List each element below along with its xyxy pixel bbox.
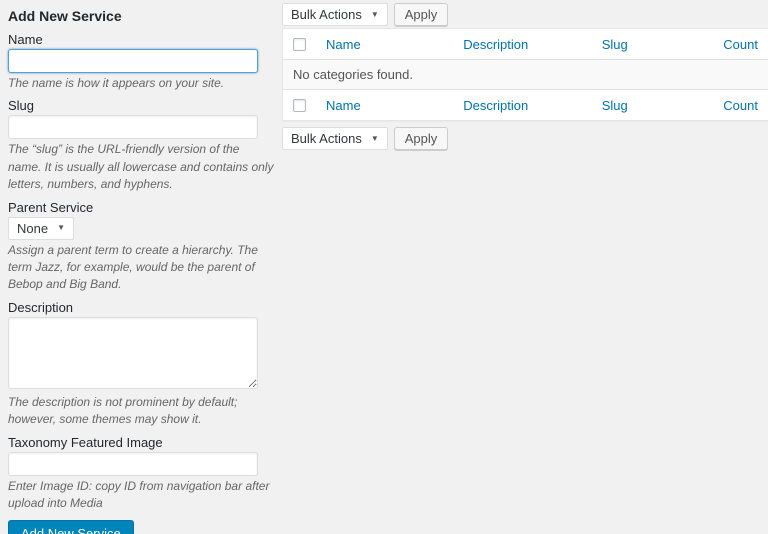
table-footer-row: Name Description Slug Count xyxy=(282,89,768,121)
column-header-slug[interactable]: Slug xyxy=(602,37,628,52)
column-header-count[interactable]: Count xyxy=(723,37,758,52)
table-header-row: Name Description Slug Count xyxy=(282,28,768,61)
name-label: Name xyxy=(8,32,43,47)
column-footer-slug[interactable]: Slug xyxy=(602,98,628,113)
column-footer-count[interactable]: Count xyxy=(723,98,758,113)
bulk-actions-value: Bulk Actions xyxy=(291,131,362,147)
chevron-down-icon: ▼ xyxy=(370,9,379,19)
chevron-down-icon: ▼ xyxy=(57,223,65,233)
description-field: Description The description is not promi… xyxy=(8,299,276,429)
column-footer-description[interactable]: Description xyxy=(463,98,528,113)
tablenav-bottom: Bulk Actions ▼ Apply xyxy=(282,127,768,151)
description-label: Description xyxy=(8,299,74,315)
tablenav-top: Bulk Actions ▼ Apply xyxy=(282,3,768,26)
description-help-text: The description is not prominent by defa… xyxy=(8,394,238,427)
featured-image-field: Taxonomy Featured Image Enter Image ID: … xyxy=(8,434,276,513)
slug-help-text: The “slug” is the URL-friendly version o… xyxy=(8,142,274,192)
featured-image-input[interactable] xyxy=(8,451,258,476)
add-term-form: Add New Service Name The name is how it … xyxy=(0,0,282,534)
parent-select-value: None xyxy=(17,220,49,236)
select-all-checkbox-bottom[interactable] xyxy=(293,99,306,113)
parent-help-text: Assign a parent term to create a hierarc… xyxy=(8,242,258,292)
column-header-description[interactable]: Description xyxy=(463,37,528,52)
column-footer-name[interactable]: Name xyxy=(326,98,361,113)
empty-row: No categories found. xyxy=(282,59,768,90)
bulk-actions-select-top[interactable]: Bulk Actions ▼ xyxy=(282,3,388,26)
parent-label: Parent Service xyxy=(8,199,94,215)
name-help-text: The name is how it appears on your site. xyxy=(8,76,225,90)
empty-message: No categories found. xyxy=(282,59,768,90)
featured-image-label: Taxonomy Featured Image xyxy=(8,434,163,450)
add-new-service-button[interactable]: Add New Service xyxy=(8,520,134,534)
bulk-actions-select-bottom[interactable]: Bulk Actions ▼ xyxy=(282,127,388,151)
slug-field: Slug The “slug” is the URL-friendly vers… xyxy=(8,97,276,193)
parent-select[interactable]: None ▼ xyxy=(8,216,74,240)
featured-image-help-text: Enter Image ID: copy ID from navigation … xyxy=(8,478,270,510)
taxonomy-admin-page: Add New Service Name The name is how it … xyxy=(0,0,768,534)
description-textarea[interactable] xyxy=(8,316,258,389)
select-all-checkbox-top[interactable] xyxy=(293,38,306,52)
slug-label: Slug xyxy=(8,98,35,114)
bulk-actions-value: Bulk Actions xyxy=(291,7,362,22)
name-field: Name The name is how it appears on your … xyxy=(8,31,276,92)
chevron-down-icon: ▼ xyxy=(370,133,379,143)
column-header-name[interactable]: Name xyxy=(326,37,361,52)
parent-field: Parent Service None ▼ Assign a parent te… xyxy=(8,199,276,294)
name-input[interactable] xyxy=(8,49,258,73)
slug-input[interactable] xyxy=(8,115,258,140)
terms-list: Bulk Actions ▼ Apply Name Description Sl… xyxy=(282,0,768,534)
terms-table: Name Description Slug Count No categorie… xyxy=(282,28,768,122)
apply-button-top[interactable]: Apply xyxy=(393,3,449,26)
apply-button-bottom[interactable]: Apply xyxy=(393,127,449,151)
form-title: Add New Service xyxy=(8,8,122,24)
